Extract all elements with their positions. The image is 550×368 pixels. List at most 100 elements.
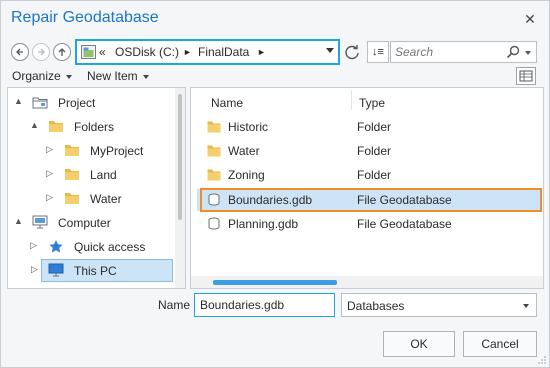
folder-icon <box>207 169 221 181</box>
tree-item-quick-access[interactable]: ▷ Quick access <box>8 236 174 258</box>
tree-item-label: Quick access <box>74 240 146 254</box>
tree-item-folders[interactable]: ▲ Folders <box>8 116 174 138</box>
collapse-icon[interactable]: ▲ <box>14 96 23 106</box>
sort-icon: ↓≡ <box>372 46 384 58</box>
chevron-down-icon <box>523 304 529 308</box>
project-icon <box>32 97 48 109</box>
address-overflow[interactable]: « <box>99 45 106 59</box>
type-filter-value: Databases <box>347 299 405 313</box>
new-item-menu[interactable]: New Item <box>87 69 149 83</box>
back-button[interactable] <box>11 43 29 61</box>
folder-icon <box>65 145 79 156</box>
file-list: Name Type Historic Folder Water Folder Z… <box>190 87 544 289</box>
search-box[interactable] <box>390 41 537 63</box>
search-dropdown-icon[interactable] <box>525 51 531 55</box>
collapse-icon[interactable]: ▲ <box>30 120 39 130</box>
new-item-label: New Item <box>87 69 138 83</box>
file-row-water[interactable]: Water Folder <box>197 140 541 162</box>
tree-item-label: Folders <box>74 120 115 134</box>
tree-item-computer[interactable]: ▲ Computer <box>8 212 174 234</box>
address-segment-osdisk[interactable]: OSDisk (C:) <box>115 45 179 59</box>
tree-item-land[interactable]: ▷ Land <box>8 164 174 186</box>
dialog-title: Repair Geodatabase <box>11 9 159 26</box>
details-view-icon <box>519 70 533 82</box>
chevron-down-icon <box>65 74 72 79</box>
address-dropdown-icon[interactable] <box>326 48 334 53</box>
file-name: Historic <box>228 120 269 134</box>
column-divider[interactable] <box>351 90 352 110</box>
file-type: Folder <box>357 144 392 158</box>
folder-icon <box>49 121 63 132</box>
file-name: Zoning <box>228 168 265 182</box>
refresh-icon[interactable] <box>343 43 361 61</box>
organize-label: Organize <box>12 69 61 83</box>
up-button[interactable] <box>53 43 71 61</box>
tree-item-label: MyProject <box>90 144 144 158</box>
address-separator-icon[interactable]: ► <box>183 47 192 57</box>
tree-item-label: Project <box>58 96 96 110</box>
forward-arrow-icon <box>38 48 45 56</box>
close-button[interactable]: ✕ <box>519 8 541 30</box>
type-filter-select[interactable]: Databases <box>341 293 537 317</box>
sort-button[interactable]: ↓≡ <box>367 41 389 63</box>
cancel-button[interactable]: Cancel <box>463 331 537 357</box>
expand-icon[interactable]: ▷ <box>30 240 37 251</box>
expand-icon[interactable]: ▷ <box>46 144 53 155</box>
file-type: File Geodatabase <box>357 217 452 231</box>
geodatabase-icon <box>208 217 220 230</box>
location-icon <box>81 45 96 59</box>
tree-item-label: This PC <box>74 264 117 278</box>
file-type: Folder <box>357 120 392 134</box>
forward-button[interactable] <box>32 43 50 61</box>
search-input[interactable] <box>395 45 505 59</box>
tree-item-label: Water <box>90 192 122 206</box>
expand-icon[interactable]: ▷ <box>31 264 38 275</box>
tree-item-water[interactable]: ▷ Water <box>8 188 174 210</box>
geodatabase-icon <box>208 193 220 206</box>
organize-menu[interactable]: Organize <box>12 69 72 83</box>
chevron-down-icon <box>142 74 149 79</box>
collapse-icon[interactable]: ▲ <box>14 216 23 226</box>
column-header-type[interactable]: Type <box>359 96 385 110</box>
tree-item-myproject[interactable]: ▷ MyProject <box>8 140 174 162</box>
search-icon[interactable] <box>506 45 520 59</box>
monitor-icon <box>48 263 64 277</box>
tree-scrollbar-thumb[interactable] <box>178 94 182 220</box>
file-row-planning-gdb[interactable]: Planning.gdb File Geodatabase <box>197 213 541 235</box>
column-header-name[interactable]: Name <box>211 96 243 110</box>
name-label: Name <box>158 298 191 312</box>
file-row-boundaries-gdb[interactable]: Boundaries.gdb File Geodatabase <box>197 189 541 211</box>
tree-item-this-pc[interactable]: ▷ This PC <box>31 259 173 282</box>
file-row-historic[interactable]: Historic Folder <box>197 116 541 138</box>
navigation-tree: ▲ Project ▲ Folders ▷ MyProject ▷ Land ▷… <box>7 87 186 289</box>
file-row-zoning[interactable]: Zoning Folder <box>197 164 541 186</box>
folder-icon <box>65 169 79 180</box>
up-arrow-icon <box>58 48 66 56</box>
resize-grip-icon[interactable] <box>538 356 546 364</box>
file-name: Boundaries.gdb <box>228 193 313 207</box>
folder-icon <box>65 193 79 204</box>
view-toggle-button[interactable] <box>516 67 536 85</box>
expand-icon[interactable]: ▷ <box>46 168 53 179</box>
title-bar: Repair Geodatabase ✕ <box>1 1 549 37</box>
file-list-scrollbar[interactable] <box>191 276 543 288</box>
address-separator-icon[interactable]: ► <box>257 47 266 57</box>
folder-icon <box>207 121 221 133</box>
address-segment-finaldata[interactable]: FinalData <box>198 45 249 59</box>
expand-icon[interactable]: ▷ <box>46 192 53 203</box>
file-type: File Geodatabase <box>357 193 452 207</box>
file-list-scrollbar-thumb[interactable] <box>213 280 337 285</box>
ok-button[interactable]: OK <box>383 331 455 357</box>
file-name: Planning.gdb <box>228 217 299 231</box>
address-bar[interactable]: « OSDisk (C:) ► FinalData ► <box>75 39 340 65</box>
computer-icon <box>32 215 48 229</box>
file-name: Water <box>228 144 260 158</box>
tree-item-label: Computer <box>58 216 111 230</box>
file-type: Folder <box>357 168 392 182</box>
name-field[interactable] <box>194 293 335 317</box>
repair-geodatabase-dialog: Repair Geodatabase ✕ « OSDisk (C:) ► Fin… <box>0 0 550 368</box>
tree-scrollbar[interactable] <box>175 88 185 288</box>
star-icon <box>49 240 63 253</box>
folder-icon <box>207 145 221 157</box>
tree-item-project[interactable]: ▲ Project <box>8 92 174 114</box>
